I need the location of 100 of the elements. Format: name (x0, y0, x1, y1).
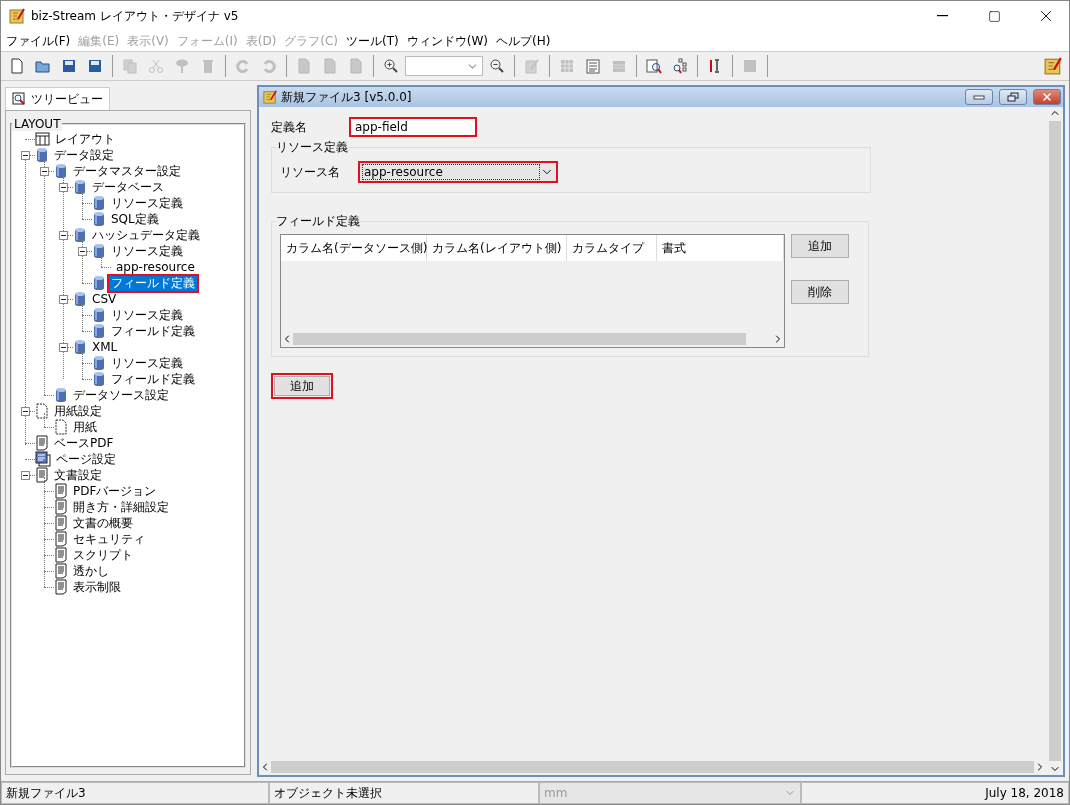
document-icon (54, 531, 68, 547)
field-label: 定義名 (271, 118, 308, 136)
tree-item[interactable]: フィールド定義 (109, 371, 197, 387)
column-header[interactable]: 書式 (657, 235, 784, 261)
document-icon (35, 435, 49, 451)
pencil-icon (524, 58, 540, 74)
collapse-toggle[interactable] (59, 231, 68, 240)
tree-item[interactable]: 表示制限 (71, 579, 123, 595)
tree-item[interactable]: リソース定義 (109, 355, 185, 371)
window-title: biz-Stream レイアウト・デザイナ v5 (31, 7, 240, 25)
menu-item[interactable]: ツール(T) (343, 32, 404, 50)
pin-icon (174, 58, 190, 74)
collapse-toggle[interactable] (21, 471, 30, 480)
collapse-toggle[interactable] (40, 167, 49, 176)
collapse-toggle[interactable] (59, 295, 68, 304)
cylinder-icon (92, 371, 106, 387)
tree-item[interactable]: ハッシュデータ定義 (90, 227, 202, 243)
cylinder-icon (73, 227, 87, 243)
field-label: リソース名 (280, 163, 341, 181)
column-header[interactable]: カラムタイプ (567, 235, 657, 261)
app-icon (9, 8, 25, 24)
document-icon (54, 547, 68, 563)
tree-item[interactable]: 用紙 (71, 419, 99, 435)
tree-item[interactable]: データベース (90, 179, 166, 195)
tree-item[interactable]: 開き方・詳細設定 (71, 499, 171, 515)
page-icon (296, 58, 312, 74)
table-action-button[interactable]: 追加 (791, 234, 849, 258)
close-button[interactable] (1033, 89, 1061, 105)
cylinder-icon (73, 179, 87, 195)
tree-item[interactable]: 透かし (71, 563, 111, 579)
document-icon (54, 499, 68, 515)
tree-item[interactable]: 用紙設定 (52, 403, 104, 419)
tree-item[interactable]: SQL定義 (109, 211, 161, 227)
group-title: LAYOUT (12, 117, 63, 131)
tree-item[interactable]: app-resource (114, 259, 197, 275)
cylinder-icon (35, 147, 49, 163)
cylinder-icon (92, 355, 106, 371)
tree-item[interactable]: データマスター設定 (71, 163, 183, 179)
page-icon (322, 58, 338, 74)
redo-icon (235, 58, 251, 74)
tree-item[interactable]: XML (90, 339, 120, 355)
restore-icon (1007, 92, 1019, 102)
document-title: 新規ファイル3 [v5.0.0] (281, 88, 413, 106)
table-action-button[interactable]: 削除 (791, 280, 849, 304)
tree-item[interactable]: リソース定義 (109, 243, 185, 259)
menu-item[interactable]: ヘルプ(H) (493, 32, 556, 50)
tree-item[interactable]: PDFバージョン (71, 483, 159, 499)
collapse-toggle[interactable] (78, 247, 87, 256)
close-icon (1041, 91, 1053, 103)
collapse-toggle[interactable] (21, 407, 30, 416)
document-icon (35, 467, 49, 483)
zoom-out-icon (489, 58, 505, 74)
column-header[interactable]: カラム名(レイアウト側) (427, 235, 567, 261)
tree-item[interactable]: ベースPDF (52, 435, 116, 451)
cylinder-icon (92, 323, 106, 339)
column-header[interactable]: カラム名(データソース側) (281, 235, 427, 261)
collapse-toggle[interactable] (59, 343, 68, 352)
minimize-icon (973, 94, 985, 100)
document-icon (54, 515, 68, 531)
group-title: フィールド定義 (276, 213, 360, 230)
resource-dropdown[interactable]: app-resource (358, 161, 558, 183)
app-icon (1044, 57, 1062, 75)
trash-icon (200, 58, 216, 74)
add-button[interactable]: 追加 (271, 373, 333, 399)
tree-item[interactable]: 文書設定 (52, 467, 104, 483)
tree-item[interactable]: レイアウト (53, 131, 117, 147)
copy-icon (122, 58, 138, 74)
stop-icon (742, 58, 758, 74)
grid-icon (559, 58, 575, 74)
tree-item[interactable]: フィールド定義 (109, 275, 197, 291)
maximize-icon (987, 9, 1001, 23)
tree-item[interactable]: ページ設定 (54, 451, 118, 467)
tree-item[interactable]: CSV (90, 291, 119, 307)
tree-item[interactable]: セキュリティ (71, 531, 147, 547)
tree-view-tab[interactable]: ツリービュー (5, 87, 110, 110)
definition-name-field[interactable]: app-field (349, 117, 477, 137)
cylinder-icon (73, 291, 87, 307)
new-page-icon (9, 58, 25, 74)
tree-item[interactable]: フィールド定義 (109, 323, 197, 339)
cylinder-icon (54, 387, 68, 403)
tree-item[interactable]: データ設定 (52, 147, 116, 163)
collapse-toggle[interactable] (59, 183, 68, 192)
document-icon (54, 579, 68, 595)
minimize-button[interactable] (965, 89, 993, 105)
tree-search-icon (672, 58, 688, 74)
status-file: 新規ファイル3 (1, 782, 269, 804)
tree-item[interactable]: スクリプト (71, 547, 135, 563)
collapse-toggle[interactable] (21, 151, 30, 160)
status-date: July 18, 2018 (801, 782, 1069, 804)
tree-item[interactable]: リソース定義 (109, 195, 185, 211)
minimize-icon (936, 15, 948, 17)
restore-button[interactable] (999, 89, 1027, 105)
menu-item[interactable]: ファイル(F) (3, 32, 76, 50)
tree-item[interactable]: 文書の概要 (71, 515, 135, 531)
tree-item[interactable]: リソース定義 (109, 307, 185, 323)
cylinder-icon (92, 307, 106, 323)
page-outline-icon (54, 419, 68, 435)
grid-icon (35, 132, 50, 146)
menu-item[interactable]: ウィンドウ(W) (403, 32, 493, 50)
tree-item[interactable]: データソース設定 (71, 387, 171, 403)
